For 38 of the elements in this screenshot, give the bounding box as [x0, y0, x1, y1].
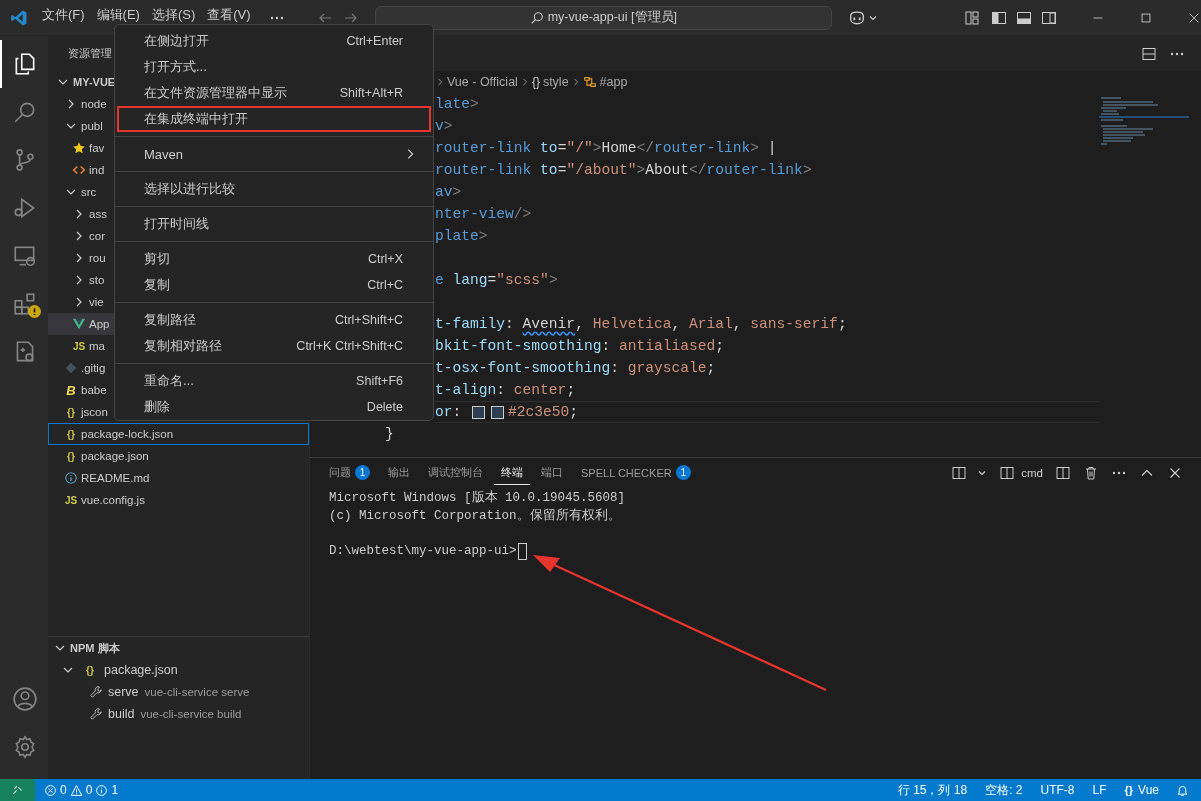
- shortcut-text: Delete: [366, 400, 403, 414]
- terminal-output: Microsoft Windows [版本 10.0.19045.5608]: [329, 489, 627, 506]
- code-line: nter-view/>: [435, 205, 533, 224]
- shortcut-text: Ctrl+K Ctrl+Shift+C: [296, 339, 403, 353]
- code-line: av>: [435, 183, 463, 202]
- sidebar-title: 资源管理: [68, 46, 112, 61]
- code-line: plate>: [435, 227, 489, 246]
- terminal-prompt: D:\webtest\my-vue-app-ui>: [329, 544, 517, 558]
- shortcut-text: Ctrl+X: [367, 252, 403, 266]
- script-command: vue-cli-service serve: [144, 686, 250, 698]
- code-line: v>: [435, 117, 454, 136]
- shortcut-text: Shift+F6: [356, 374, 403, 388]
- file-type-icon: JS: [71, 340, 87, 352]
- code-line: late>: [435, 95, 480, 114]
- file-type-icon: {}: [82, 664, 98, 676]
- file-type-icon: {}: [63, 428, 79, 440]
- code-line: t-osx-font-smoothing: grayscale;: [435, 359, 717, 378]
- shortcut-text: Ctrl+C: [367, 278, 403, 292]
- file-type-icon: JS: [63, 494, 79, 506]
- count-badge: 1: [355, 465, 370, 480]
- file-type-icon: {}: [63, 406, 79, 418]
- code-line: t-family: Avenir, Helvetica, Arial, sans-serif;: [435, 315, 848, 334]
- terminal-output: (c) Microsoft Corporation。保留所有权利。: [329, 507, 622, 524]
- code-line: router-link to="/about">About</router-link>: [435, 161, 813, 180]
- code-line: router-link to="/">Home</router-link> |: [435, 139, 778, 158]
- code-line: or: #2c3e50;: [435, 401, 1098, 423]
- count-badge: 1: [675, 465, 691, 480]
- script-command: vue-cli-service build: [140, 708, 242, 720]
- code-line: bkit-font-smoothing: antialiased;: [435, 337, 726, 356]
- code-line: t-align: center;: [435, 381, 577, 400]
- shortcut-text: Ctrl+Enter: [346, 34, 403, 48]
- shortcut-text: Ctrl+Shift+C: [334, 313, 403, 327]
- braces-icon: {}: [531, 75, 540, 89]
- code-line: }: [385, 425, 395, 444]
- file-type-icon: {}: [63, 450, 79, 462]
- file-type-icon: B: [63, 382, 79, 398]
- code-line: e lang="scss">: [435, 271, 559, 290]
- shortcut-text: Shift+Alt+R: [339, 86, 403, 100]
